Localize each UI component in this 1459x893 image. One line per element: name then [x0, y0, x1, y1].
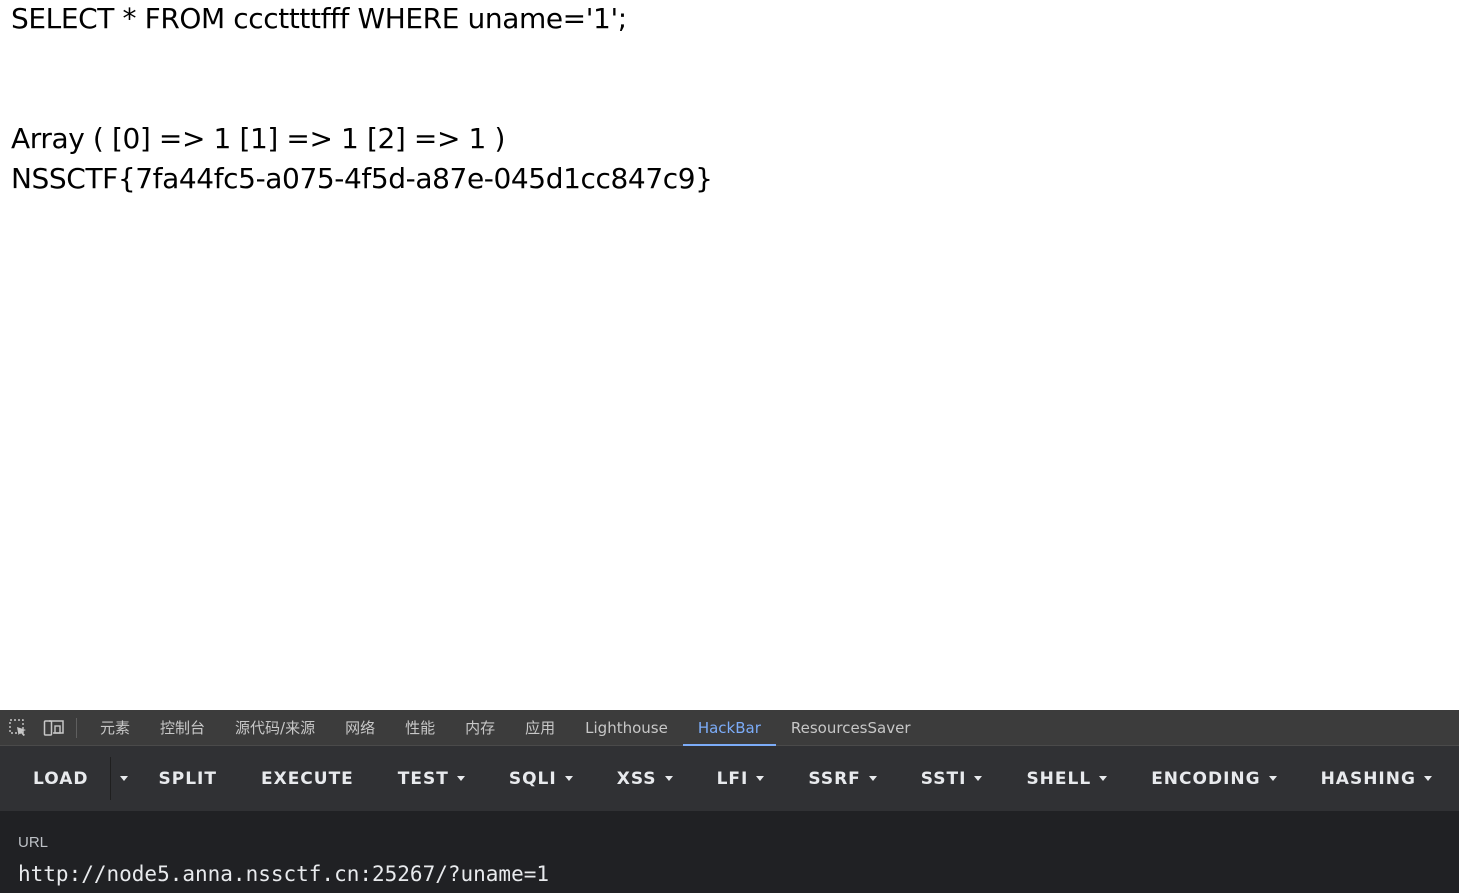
tab-hackbar[interactable]: HackBar	[682, 710, 776, 746]
array-output-text: Array ( [0] => 1 [1] => 1 [2] => 1 )	[11, 122, 505, 155]
ssrf-menu-button[interactable]: SSRF	[786, 746, 898, 811]
tab-application[interactable]: 应用	[510, 710, 570, 745]
tabbar-divider	[76, 717, 77, 738]
chevron-down-icon	[564, 776, 573, 781]
hashing-button-label: HASHING	[1320, 768, 1416, 789]
hackbar-toolbar: LOAD SPLIT EXECUTE TEST SQLI XSS LFI SSR…	[0, 746, 1459, 811]
shell-menu-button[interactable]: SHELL	[1004, 746, 1129, 811]
tab-elements[interactable]: 元素	[85, 710, 145, 745]
sqli-menu-button[interactable]: SQLI	[487, 746, 595, 811]
url-label: URL	[18, 834, 49, 851]
xss-menu-button[interactable]: XSS	[595, 746, 695, 811]
execute-button-label: EXECUTE	[260, 768, 354, 789]
split-button[interactable]: SPLIT	[137, 746, 239, 811]
page-content: SELECT * FROM cccttttfff WHERE uname='1'…	[0, 0, 1459, 710]
chevron-down-icon	[756, 776, 765, 781]
chevron-down-icon	[868, 776, 877, 781]
tab-lighthouse[interactable]: Lighthouse	[570, 710, 683, 745]
split-button-label: SPLIT	[158, 768, 217, 789]
load-button[interactable]: LOAD	[0, 746, 110, 811]
xss-button-label: XSS	[616, 768, 657, 789]
chevron-down-icon	[1423, 776, 1432, 781]
tab-memory[interactable]: 内存	[450, 710, 510, 745]
chevron-down-icon	[119, 776, 128, 781]
url-input[interactable]: http://node5.anna.nssctf.cn:25267/?uname…	[18, 862, 1438, 886]
lfi-menu-button[interactable]: LFI	[695, 746, 787, 811]
hashing-menu-button[interactable]: HASHING	[1299, 746, 1432, 811]
ssti-button-label: SSTI	[920, 768, 967, 789]
sqli-button-label: SQLI	[508, 768, 557, 789]
flag-text: NSSCTF{7fa44fc5-a075-4f5d-a87e-045d1cc84…	[11, 162, 713, 195]
encoding-menu-button[interactable]: ENCODING	[1129, 746, 1298, 811]
ssti-menu-button[interactable]: SSTI	[899, 746, 1005, 811]
tab-resourcessaver[interactable]: ResourcesSaver	[776, 710, 926, 745]
load-button-label: LOAD	[33, 768, 89, 789]
devtools-panel: 元素 控制台 源代码/来源 网络 性能 内存 应用 Lighthouse Hac…	[0, 710, 1459, 893]
devtools-tabbar: 元素 控制台 源代码/来源 网络 性能 内存 应用 Lighthouse Hac…	[0, 710, 1459, 746]
tab-network[interactable]: 网络	[330, 710, 390, 745]
chevron-down-icon	[456, 776, 465, 781]
chevron-down-icon	[1268, 776, 1277, 781]
execute-button[interactable]: EXECUTE	[239, 746, 376, 811]
shell-button-label: SHELL	[1026, 768, 1092, 789]
test-button-label: TEST	[397, 768, 449, 789]
sql-query-text: SELECT * FROM cccttttfff WHERE uname='1'…	[11, 2, 627, 35]
load-dropdown-button[interactable]	[109, 757, 137, 800]
chevron-down-icon	[1099, 776, 1108, 781]
device-toolbar-icon[interactable]	[36, 710, 72, 745]
lfi-button-label: LFI	[716, 768, 749, 789]
url-section: URL http://node5.anna.nssctf.cn:25267/?u…	[0, 811, 1459, 893]
tab-console[interactable]: 控制台	[145, 710, 220, 745]
test-menu-button[interactable]: TEST	[376, 746, 487, 811]
tab-sources[interactable]: 源代码/来源	[220, 710, 330, 745]
chevron-down-icon	[664, 776, 673, 781]
ssrf-button-label: SSRF	[808, 768, 861, 789]
chevron-down-icon	[974, 776, 983, 781]
inspect-element-icon[interactable]	[0, 710, 36, 745]
tab-performance[interactable]: 性能	[390, 710, 450, 745]
encoding-button-label: ENCODING	[1151, 768, 1261, 789]
